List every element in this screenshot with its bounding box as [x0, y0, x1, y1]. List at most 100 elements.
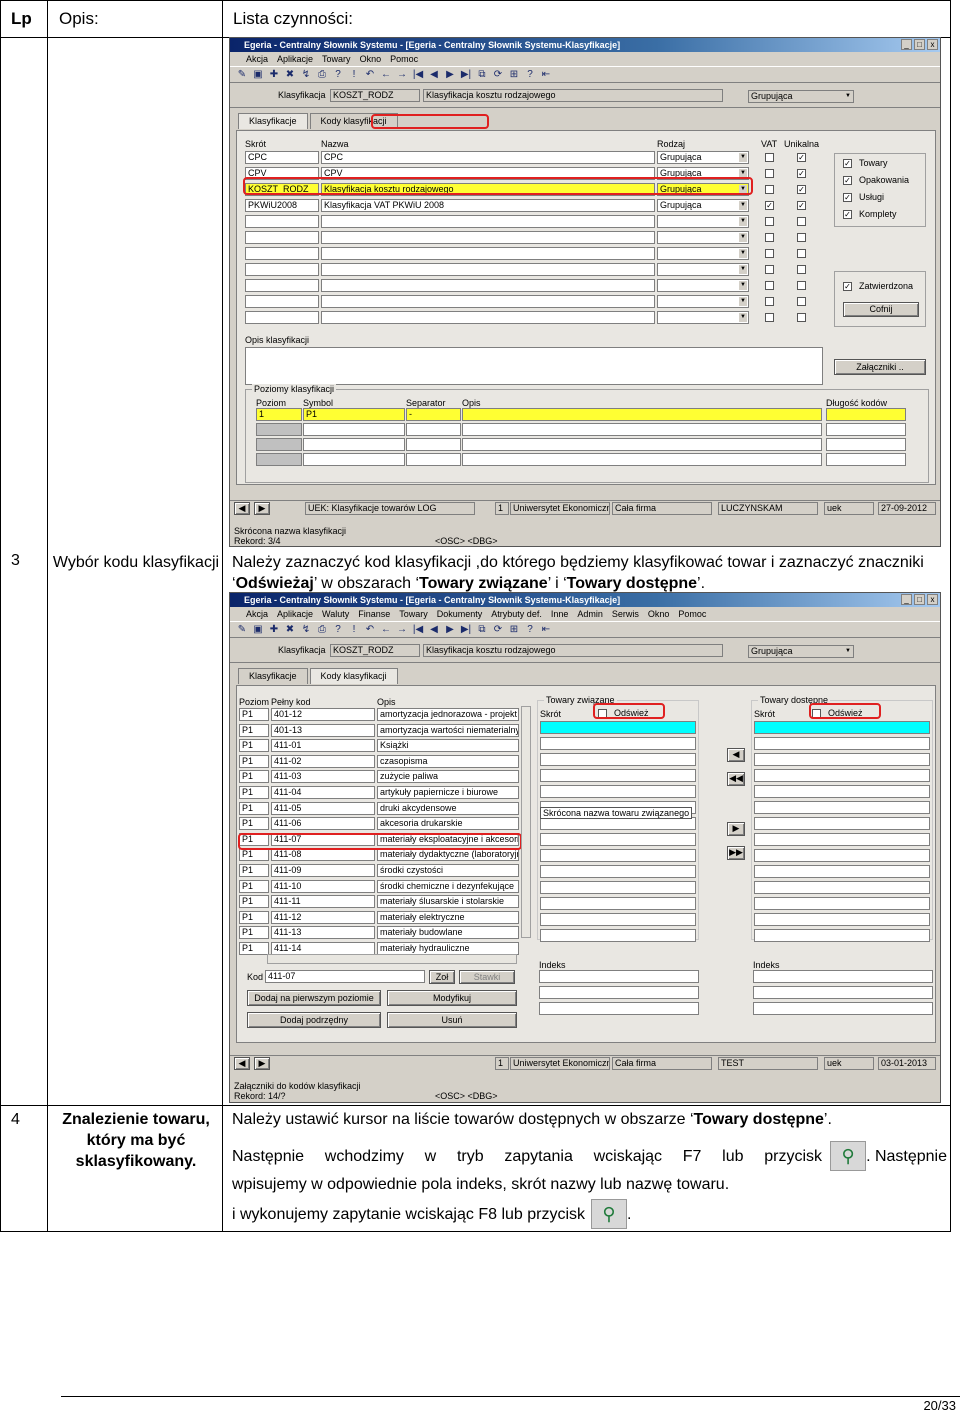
td-row[interactable] [754, 737, 930, 750]
unikalna-checkbox[interactable] [797, 313, 806, 322]
add-icon[interactable]: ✚ [268, 624, 280, 635]
nav-next-icon[interactable]: ▶ [254, 502, 270, 515]
first-icon[interactable]: |◀ [412, 624, 424, 635]
check-zatwierdzona[interactable]: Zatwierdzona [859, 281, 913, 291]
opis-cell[interactable]: środki chemiczne i dezynfekujące [377, 880, 519, 893]
nav-next-icon[interactable]: ▶ [254, 1057, 270, 1070]
kod-cell[interactable]: 411-01 [271, 739, 375, 752]
poziom-cell[interactable]: P1 [239, 770, 269, 783]
td-row[interactable] [754, 865, 930, 878]
symbol-cell[interactable] [303, 453, 405, 466]
td-row[interactable] [754, 929, 930, 942]
tree-icon[interactable]: ⊞ [508, 69, 520, 80]
separator-cell[interactable]: - [406, 408, 461, 421]
unikalna-checkbox[interactable]: ✓ [797, 201, 806, 210]
rodzaj-cell[interactable]: Grupująca ▼ [657, 199, 749, 212]
nazwa-cell[interactable] [321, 231, 655, 244]
check-komplety[interactable]: Komplety [859, 209, 897, 219]
opis-cell[interactable]: materiały elektryczne [377, 911, 519, 924]
opis-cell[interactable] [462, 453, 822, 466]
kody-scrollbar[interactable] [521, 706, 531, 938]
poziom-cell[interactable]: P1 [239, 911, 269, 924]
tz-indeks-input-2[interactable] [539, 986, 699, 999]
separator-cell[interactable] [406, 453, 461, 466]
td-row[interactable] [754, 897, 930, 910]
poziom-cell[interactable] [256, 453, 302, 466]
td-row[interactable] [754, 817, 930, 830]
delete-icon[interactable]: ✖ [284, 624, 296, 635]
poziom-cell[interactable]: 1 [256, 408, 302, 421]
menu-item[interactable]: Pomoc [678, 607, 706, 621]
kod-cell[interactable]: 411-13 [271, 926, 375, 939]
menu-item[interactable]: Atrybuty def. [491, 607, 542, 621]
exit-icon[interactable]: ⇤ [540, 624, 552, 635]
back-icon[interactable]: ← [380, 69, 392, 80]
opis-cell[interactable] [462, 423, 822, 436]
poziom-cell[interactable]: P1 [239, 739, 269, 752]
poziom-cell[interactable]: P1 [239, 802, 269, 815]
tz-row[interactable] [540, 881, 696, 894]
check-opakowania[interactable]: Opakowania [859, 175, 909, 185]
last-icon[interactable]: ▶| [460, 624, 472, 635]
minimize-button[interactable]: _ [901, 39, 912, 50]
rodzaj-cell[interactable]: Grupująca ▼ [657, 151, 749, 164]
classification-type[interactable]: Grupująca ▼ [748, 645, 854, 658]
refresh-icon[interactable]: ⟳ [492, 69, 504, 80]
menu-item[interactable]: Towary [399, 607, 428, 621]
opis-cell[interactable]: zużycie paliwa [377, 770, 519, 783]
td-indeks-input[interactable] [753, 970, 933, 983]
rodzaj-cell[interactable]: ▼ [657, 247, 749, 260]
poziom-cell[interactable]: P1 [239, 755, 269, 768]
nazwa-cell[interactable] [321, 279, 655, 292]
nazwa-cell[interactable]: Klasyfikacja VAT PKWiU 2008 [321, 199, 655, 212]
vat-checkbox[interactable] [765, 169, 774, 178]
nazwa-cell[interactable] [321, 263, 655, 276]
tz-row[interactable] [540, 913, 696, 926]
tab-kody-klasyfikacji[interactable]: Kody klasyfikacji [309, 668, 398, 684]
vat-checkbox[interactable]: ✓ [765, 201, 774, 210]
poziom-cell[interactable]: P1 [239, 786, 269, 799]
skrot-cell[interactable] [245, 215, 319, 228]
opis-cell[interactable]: materiały budowlane [377, 926, 519, 939]
menu-pomoc[interactable]: Pomoc [390, 52, 418, 66]
poziom-cell[interactable]: P1 [239, 926, 269, 939]
menu-item[interactable]: Dokumenty [437, 607, 483, 621]
separator-cell[interactable] [406, 438, 461, 451]
opis-cell[interactable]: materiały ślusarskie i stolarskie [377, 895, 519, 908]
skrot-cell[interactable]: CPC [245, 151, 319, 164]
nazwa-cell[interactable] [321, 295, 655, 308]
unikalna-checkbox[interactable] [797, 217, 806, 226]
tree-icon[interactable]: ⊞ [508, 624, 520, 635]
rodzaj-cell[interactable]: ▼ [657, 295, 749, 308]
kod-cell[interactable]: 411-02 [271, 755, 375, 768]
tz-row[interactable] [540, 769, 696, 782]
skrot-cell[interactable] [245, 295, 319, 308]
dodaj-podrzedny-button[interactable]: Dodaj podrzędny [247, 1012, 381, 1028]
menu-item[interactable]: Serwis [612, 607, 639, 621]
nazwa-cell[interactable] [321, 247, 655, 260]
kod-cell[interactable]: 411-09 [271, 864, 375, 877]
unikalna-checkbox[interactable] [797, 297, 806, 306]
nazwa-cell[interactable] [321, 311, 655, 324]
tz-indeks-input[interactable] [539, 970, 699, 983]
rodzaj-cell[interactable]: ▼ [657, 311, 749, 324]
save-icon[interactable]: ▣ [252, 624, 264, 635]
query-execute-icon[interactable]: ⚲ [591, 1199, 628, 1229]
check-uslugi[interactable]: Usługi [859, 192, 884, 202]
back-icon[interactable]: ← [380, 624, 392, 635]
td-row[interactable] [754, 913, 930, 926]
help-icon[interactable]: ? [524, 69, 536, 80]
tz-row[interactable] [540, 929, 696, 942]
td-row[interactable] [754, 801, 930, 814]
vat-checkbox[interactable] [765, 153, 774, 162]
td-row[interactable] [754, 881, 930, 894]
move-left-icon[interactable]: ◀ [727, 748, 745, 762]
menu-item[interactable]: Finanse [358, 607, 390, 621]
first-icon[interactable]: |◀ [412, 69, 424, 80]
rodzaj-cell[interactable]: ▼ [657, 279, 749, 292]
separator-cell[interactable] [406, 423, 461, 436]
poziom-cell[interactable] [256, 438, 302, 451]
poziom-cell[interactable] [256, 423, 302, 436]
opis-cell[interactable]: amortyzacja jednorazowa - projekt [377, 708, 519, 721]
poziom-cell[interactable]: P1 [239, 942, 269, 955]
